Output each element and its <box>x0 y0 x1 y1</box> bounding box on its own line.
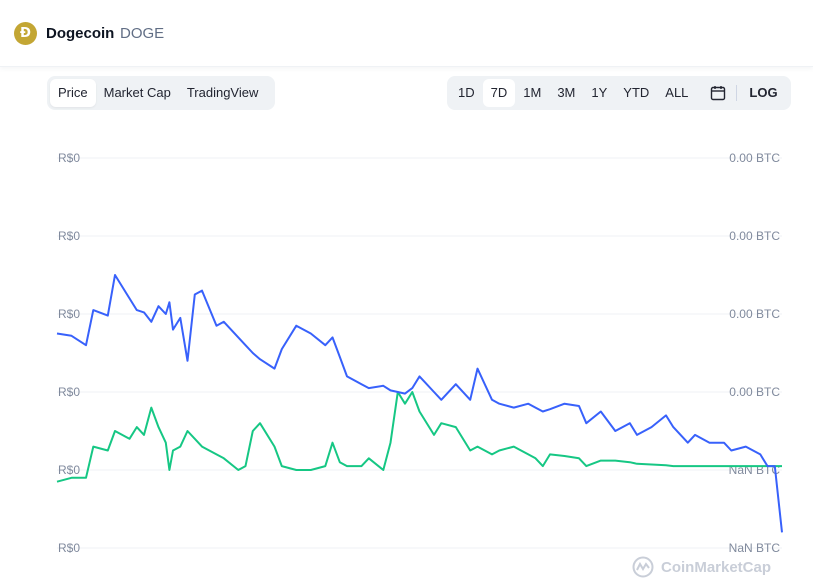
left-axis-tick-label: R$0 <box>58 463 80 477</box>
calendar-icon[interactable] <box>704 79 732 107</box>
range-divider <box>736 85 738 101</box>
log-scale-toggle[interactable]: LOG <box>741 79 785 107</box>
right-axis-tick-label: NaN BTC <box>729 541 781 555</box>
coinmarketcap-logo-icon <box>632 556 654 578</box>
coin-symbol: DOGE <box>120 25 165 42</box>
range-1d[interactable]: 1D <box>450 79 483 107</box>
range-1m[interactable]: 1M <box>515 79 549 107</box>
btc-series-line <box>56 391 782 483</box>
coin-header: Ð Dogecoin DOGE <box>0 0 813 67</box>
chart-view-tabs: Price Market Cap TradingView <box>47 76 275 110</box>
time-range-tabs: 1D 7D 1M 3M 1Y YTD ALL LOG <box>447 76 791 110</box>
coin-name: Dogecoin <box>46 25 115 42</box>
right-axis-tick-label: 0.00 BTC <box>729 307 780 321</box>
tab-tradingview[interactable]: TradingView <box>179 79 267 107</box>
price-chart: R$0 0.00 BTC R$0 0.00 BTC R$0 0.00 BTC R$0 0.00… <box>56 151 783 555</box>
coinmarketcap-watermark: CoinMarketCap <box>632 556 771 578</box>
left-axis-tick-label: R$0 <box>58 385 80 399</box>
right-axis-tick-label: 0.00 BTC <box>729 229 780 243</box>
tab-price[interactable]: Price <box>50 79 96 107</box>
left-axis-tick-label: R$0 <box>58 541 80 555</box>
watermark-text: CoinMarketCap <box>661 558 772 576</box>
range-3m[interactable]: 3M <box>549 79 583 107</box>
left-axis-tick-label: R$0 <box>58 229 80 243</box>
range-7d[interactable]: 7D <box>482 79 516 107</box>
left-axis-tick-label: R$0 <box>58 151 80 165</box>
dogecoin-logo-icon: Ð <box>14 22 37 45</box>
right-axis-tick-label: 0.00 BTC <box>729 151 780 165</box>
right-axis-tick-label: 0.00 BTC <box>729 385 780 399</box>
range-all[interactable]: ALL <box>657 79 696 107</box>
range-ytd[interactable]: YTD <box>615 79 657 107</box>
range-1y[interactable]: 1Y <box>583 79 615 107</box>
tab-market-cap[interactable]: Market Cap <box>96 79 179 107</box>
left-axis-tick-label: R$0 <box>58 307 80 321</box>
